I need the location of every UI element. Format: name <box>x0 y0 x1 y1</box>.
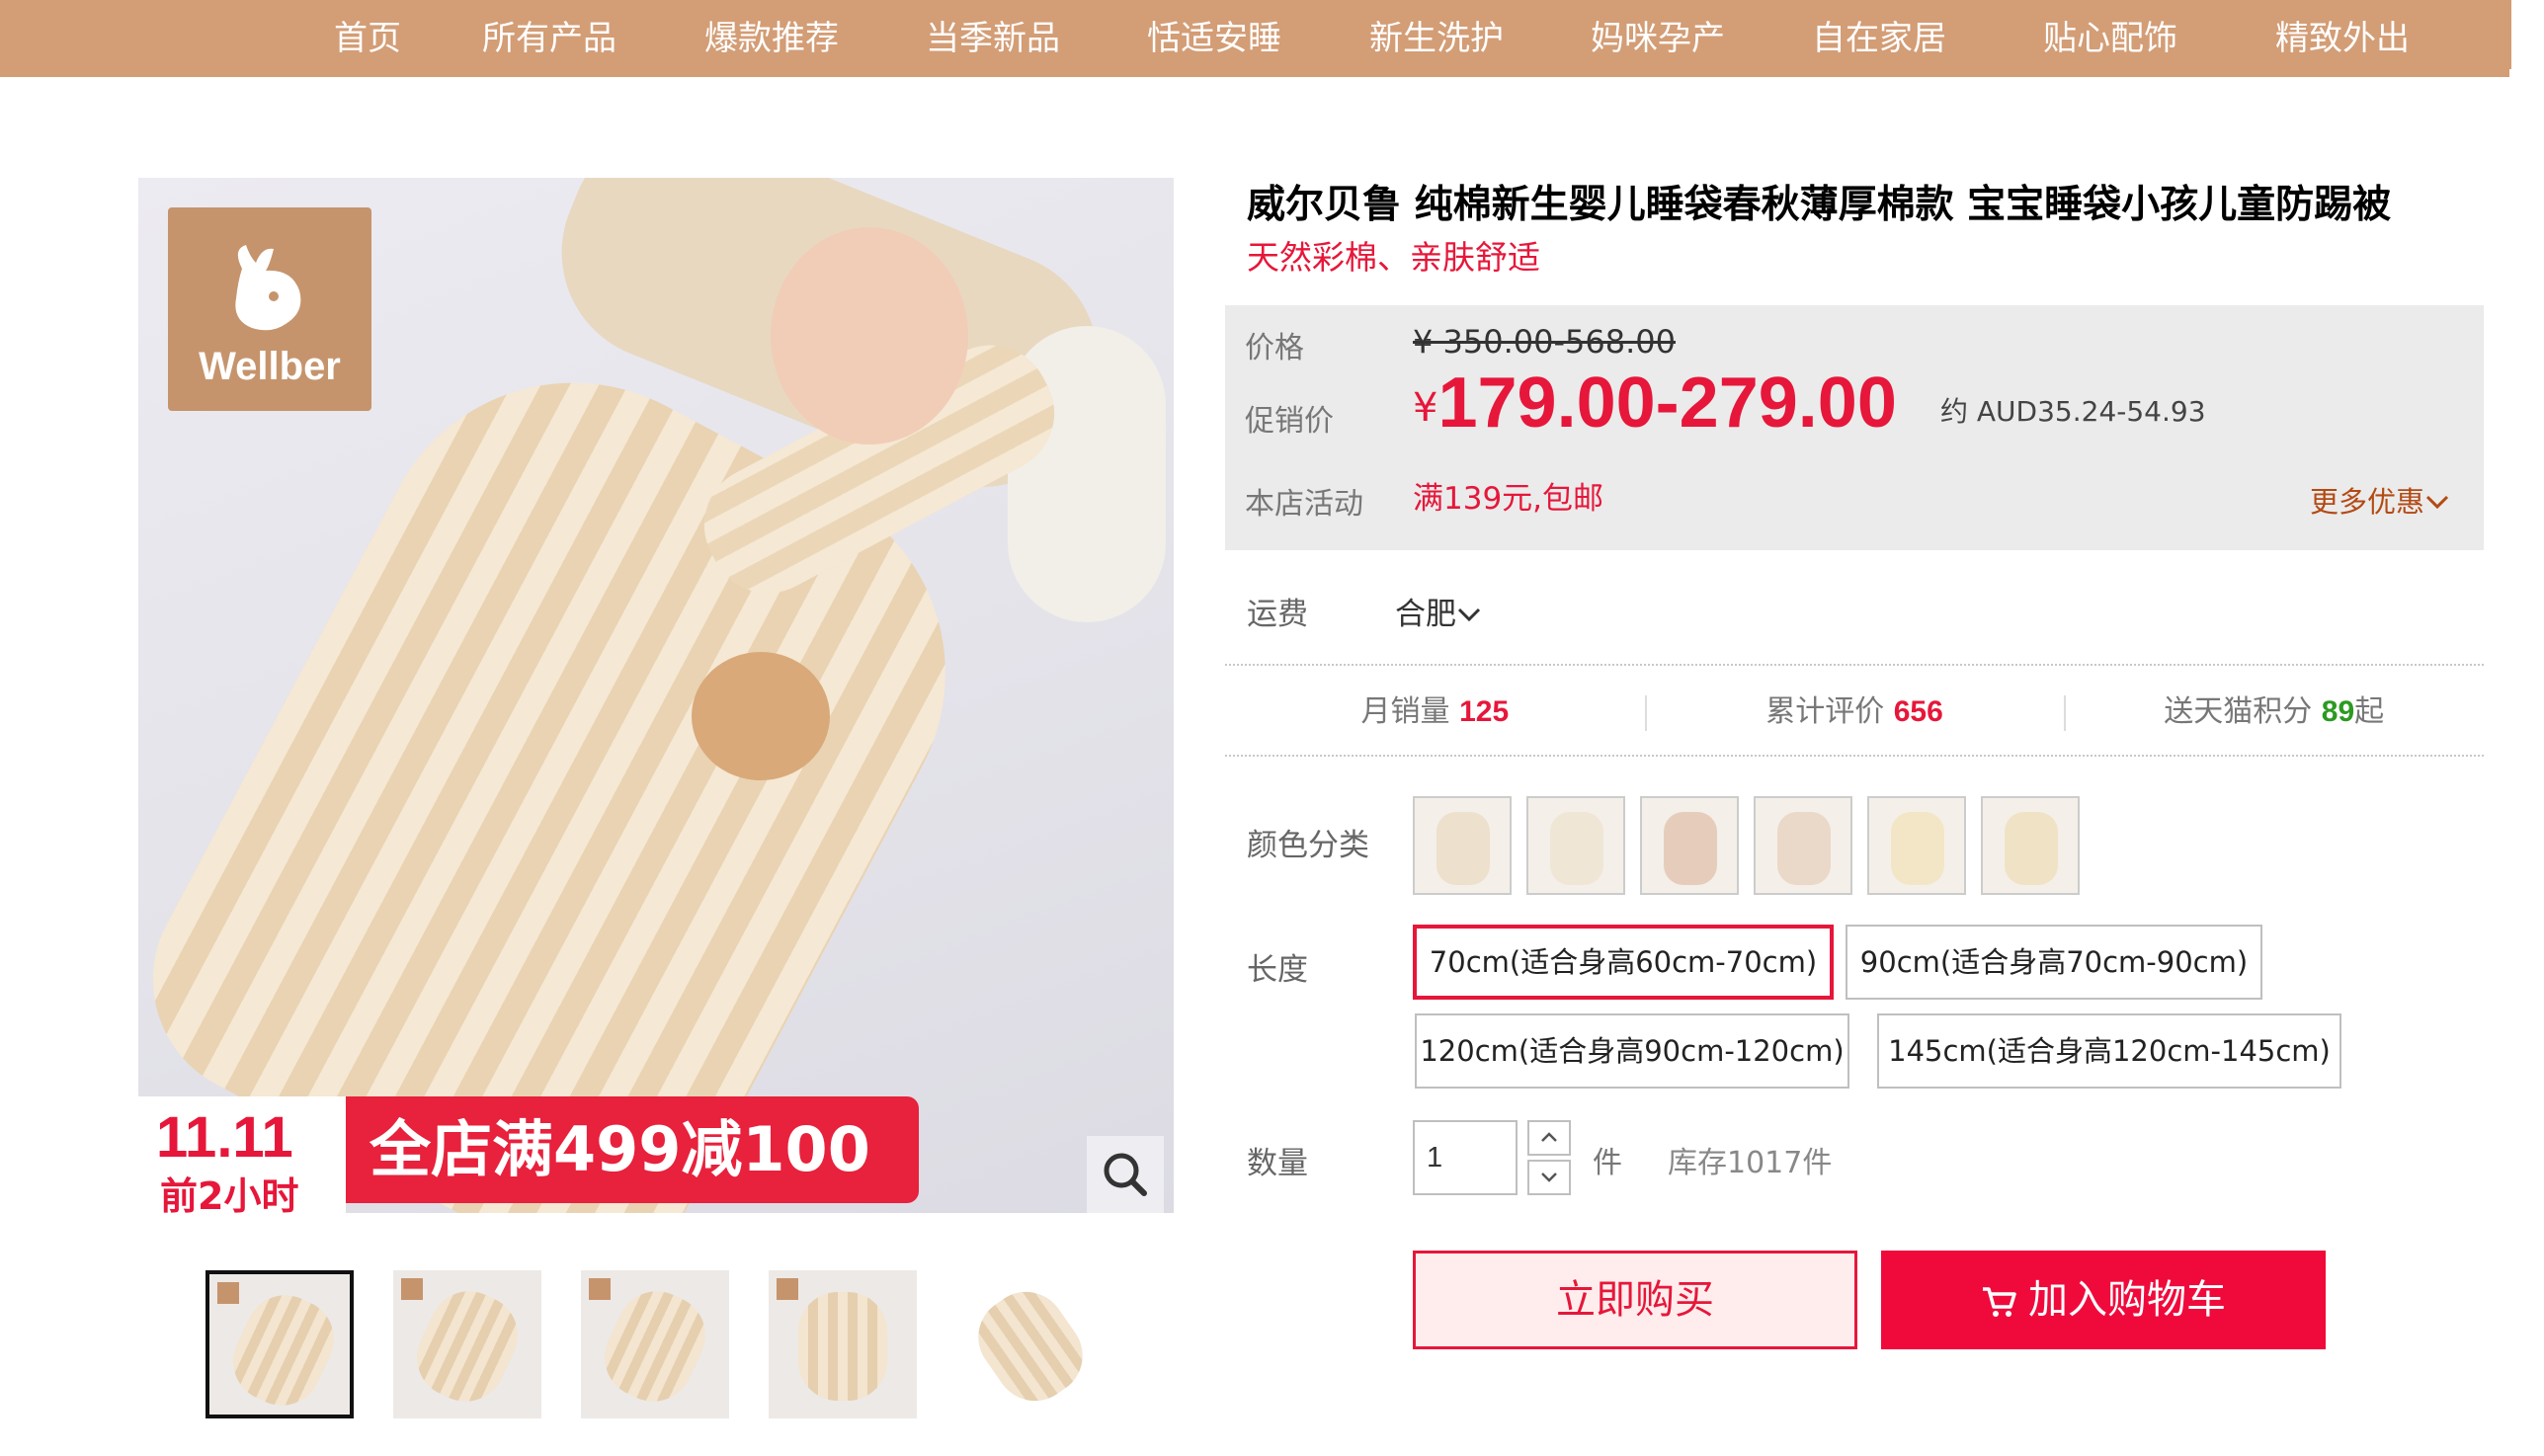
thumbnail-3[interactable] <box>581 1270 729 1418</box>
monthly-sales: 月销量 125 <box>1225 668 1645 757</box>
tmall-points-label: 送天猫积分 <box>2164 694 2313 729</box>
monthly-sales-label: 月销量 <box>1360 694 1450 729</box>
length-option-70[interactable]: 70cm(适合身高60cm-70cm) <box>1413 925 1834 1000</box>
product-title: 威尔贝鲁 纯棉新生婴儿睡袋春秋薄厚棉款 宝宝睡袋小孩儿童防踢被 <box>1247 183 2392 227</box>
shipping-city: 合肥 <box>1395 597 1456 632</box>
buy-now-button[interactable]: 立即购买 <box>1413 1251 1857 1349</box>
color-swatch-2[interactable] <box>1526 796 1625 895</box>
nav-item-new[interactable]: 当季新品 <box>926 0 1060 77</box>
top-nav: 首页 所有产品 爆款推荐 当季新品 恬适安睡 新生洗护 妈咪孕产 自在家居 贴心… <box>0 0 2509 77</box>
tmall-points-suffix: 起 <box>2354 694 2385 729</box>
nav-item-home[interactable]: 首页 <box>334 0 401 77</box>
stock-count: 库存1017件 <box>1668 1146 1833 1180</box>
promo-strip: 11.11 前2小时 全店满499减100 <box>138 1096 919 1213</box>
add-to-cart-label: 加入购物车 <box>2028 1277 2226 1323</box>
quantity-unit: 件 <box>1593 1146 1622 1180</box>
promo-price-label: 促销价 <box>1245 404 1334 439</box>
cart-icon <box>1983 1287 2016 1317</box>
original-price: ¥ 350.00-568.00 <box>1413 323 1677 361</box>
thumbnail-1[interactable] <box>205 1270 354 1418</box>
nav-item-hot[interactable]: 爆款推荐 <box>704 0 839 77</box>
review-count-label: 累计评价 <box>1765 694 1885 729</box>
divider <box>1225 755 2484 757</box>
nav-item-wash[interactable]: 新生洗护 <box>1369 0 1504 77</box>
chevron-down-icon <box>1457 607 1481 622</box>
length-label: 长度 <box>1247 952 1308 988</box>
more-offers-label: 更多优惠 <box>2310 485 2425 519</box>
zoom-button[interactable] <box>1087 1136 1164 1213</box>
length-option-90[interactable]: 90cm(适合身高70cm-90cm) <box>1846 925 2262 1000</box>
color-label: 颜色分类 <box>1247 828 1369 863</box>
quantity-input[interactable]: 1 <box>1413 1120 1518 1195</box>
logo-text: Wellber <box>199 345 341 388</box>
color-swatch-5[interactable] <box>1867 796 1966 895</box>
store-activity: 满139元,包邮 <box>1413 481 1604 517</box>
nav-item-all-products[interactable]: 所有产品 <box>482 0 616 77</box>
activity-label: 本店活动 <box>1245 487 1363 522</box>
promo-banner: 全店满499减100 <box>346 1096 919 1203</box>
divider <box>1225 664 2484 666</box>
tmall-points-value: 89 <box>2321 695 2355 728</box>
color-swatch-6[interactable] <box>1981 796 2080 895</box>
product-subtitle: 天然彩棉、亲肤舒适 <box>1247 238 1540 277</box>
brand-logo: Wellber <box>168 207 371 411</box>
monthly-sales-value: 125 <box>1459 695 1510 728</box>
nav-item-maternity[interactable]: 妈咪孕产 <box>1591 0 1725 77</box>
deer-logo-icon <box>235 245 301 331</box>
promo-currency: ¥ <box>1413 385 1438 431</box>
stats-row: 月销量 125 累计评价 656 送天猫积分 89起 <box>1225 668 2484 757</box>
nav-item-sleep[interactable]: 恬适安睡 <box>1147 0 1281 77</box>
nav-edge <box>2509 0 2544 69</box>
quantity-increase-button[interactable] <box>1527 1120 1571 1156</box>
price-panel: 价格 ¥ 350.00-568.00 促销价 ¥179.00-279.00 约 … <box>1225 305 2484 550</box>
nav-item-outing[interactable]: 精致外出 <box>2275 0 2410 77</box>
thumbnail-2[interactable] <box>393 1270 541 1418</box>
quantity-decrease-button[interactable] <box>1527 1160 1571 1195</box>
magnifier-icon <box>1104 1153 1147 1196</box>
color-swatch-4[interactable] <box>1754 796 1852 895</box>
main-product-image[interactable]: Wellber 11.11 前2小时 全店满499减100 <box>138 178 1174 1213</box>
more-offers-link[interactable]: 更多优惠 <box>2310 479 2450 521</box>
promo-date-sub: 前2小时 <box>160 1174 299 1213</box>
nav-item-home-living[interactable]: 自在家居 <box>1812 0 1946 77</box>
length-option-120[interactable]: 120cm(适合身高90cm-120cm) <box>1415 1013 1849 1089</box>
buy-now-label: 立即购买 <box>1556 1277 1714 1323</box>
length-option-145[interactable]: 145cm(适合身高120cm-145cm) <box>1877 1013 2341 1089</box>
chevron-up-icon <box>1541 1132 1557 1142</box>
review-count-value: 656 <box>1893 695 1943 728</box>
promo-price: ¥179.00-279.00 <box>1413 363 1897 444</box>
tmall-points: 送天猫积分 89起 <box>2064 668 2484 757</box>
aud-price: 约 AUD35.24-54.93 <box>1940 395 2206 428</box>
baby-head-shape <box>771 227 968 445</box>
thumbnail-5[interactable] <box>956 1270 1105 1418</box>
chevron-down-icon <box>2425 495 2449 510</box>
quantity-label: 数量 <box>1247 1146 1308 1181</box>
promo-price-value: 179.00-279.00 <box>1437 364 1897 443</box>
shipping-city-select[interactable]: 合肥 <box>1395 589 1482 633</box>
deer-applique-shape <box>692 652 830 780</box>
color-swatch-1[interactable] <box>1413 796 1512 895</box>
color-swatch-3[interactable] <box>1640 796 1739 895</box>
shipping-label: 运费 <box>1247 597 1308 632</box>
add-to-cart-button[interactable]: 加入购物车 <box>1881 1251 2326 1349</box>
promo-date-main: 11.11 <box>156 1105 293 1170</box>
thumbnail-4[interactable] <box>769 1270 917 1418</box>
promo-date: 11.11 前2小时 <box>138 1096 346 1213</box>
nav-item-accessories[interactable]: 贴心配饰 <box>2043 0 2177 77</box>
chevron-down-icon <box>1541 1173 1557 1182</box>
quantity-value: 1 <box>1427 1142 1443 1173</box>
price-label: 价格 <box>1245 331 1304 365</box>
review-count[interactable]: 累计评价 656 <box>1644 668 2065 757</box>
